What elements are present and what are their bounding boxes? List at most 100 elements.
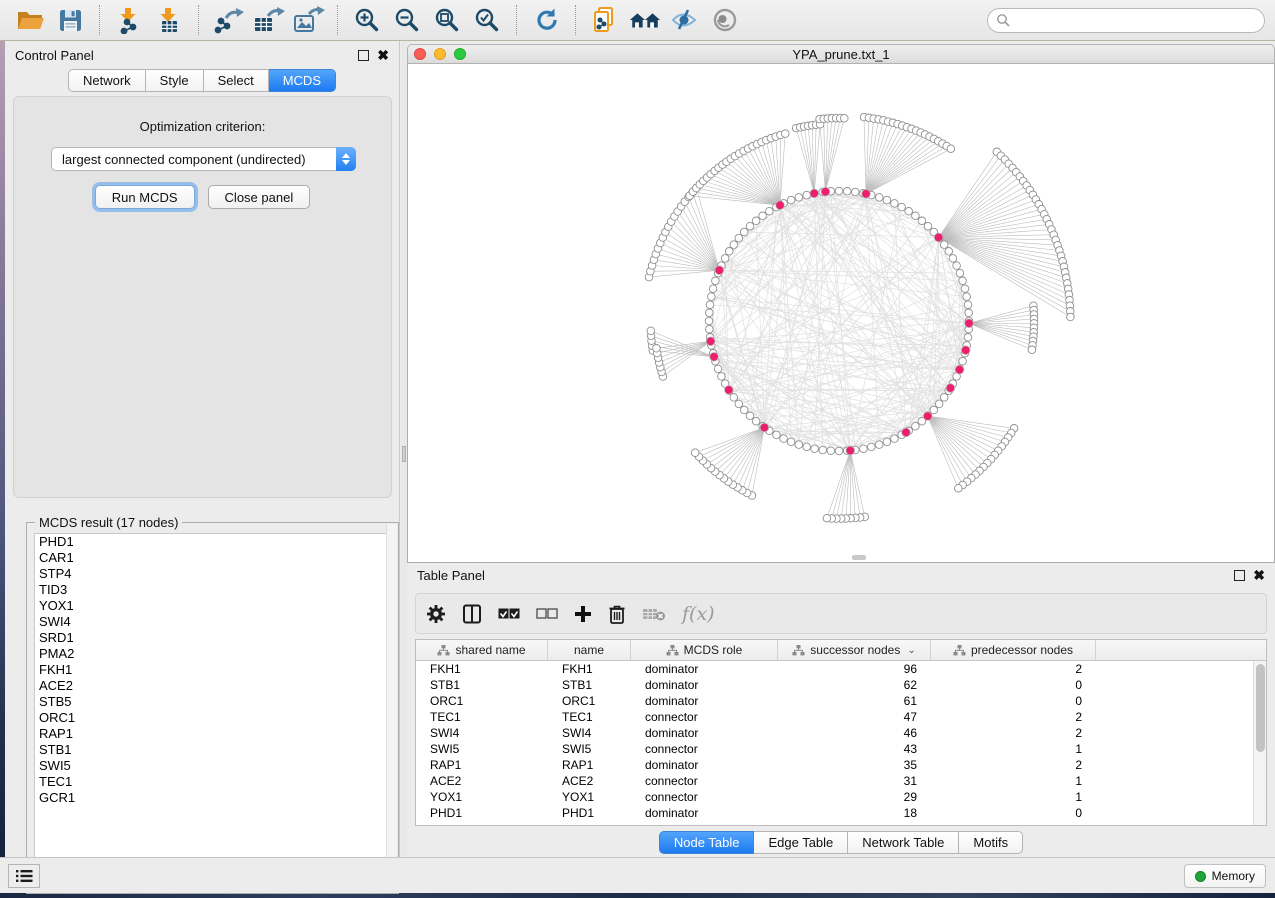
tab-motifs[interactable]: Motifs: [959, 831, 1023, 854]
open-file-button[interactable]: [13, 4, 47, 36]
run-mcds-button[interactable]: Run MCDS: [95, 185, 195, 209]
select-all-rows-button[interactable]: [498, 608, 520, 620]
divider-handle[interactable]: [402, 446, 406, 462]
add-column-button[interactable]: [574, 605, 592, 623]
cell-predecessor_nodes[interactable]: 0: [931, 805, 1096, 821]
zoom-selected-button[interactable]: [470, 4, 504, 36]
cell-shared_name[interactable]: FKH1: [416, 661, 548, 677]
float-table-panel-icon[interactable]: [1234, 570, 1245, 581]
cell-predecessor_nodes[interactable]: 2: [931, 725, 1096, 741]
cell-mcds_role[interactable]: connector: [631, 773, 778, 789]
export-table-button[interactable]: [251, 4, 285, 36]
cell-shared_name[interactable]: PHD1: [416, 805, 548, 821]
table-row[interactable]: ACE2ACE2connector311: [416, 773, 1266, 789]
cell-predecessor_nodes[interactable]: 2: [931, 757, 1096, 773]
cell-mcds_role[interactable]: dominator: [631, 805, 778, 821]
mcds-result-item[interactable]: ORC1: [35, 710, 391, 726]
tab-network-table[interactable]: Network Table: [848, 831, 959, 854]
mcds-result-item[interactable]: ACE2: [35, 678, 391, 694]
mcds-result-item[interactable]: YOX1: [35, 598, 391, 614]
memory-button[interactable]: Memory: [1184, 864, 1266, 888]
search-input[interactable]: [1010, 13, 1256, 27]
mcds-result-item[interactable]: GCR1: [35, 790, 391, 806]
tab-select[interactable]: Select: [204, 69, 269, 92]
cell-shared_name[interactable]: SWI5: [416, 741, 548, 757]
table-scrollbar-thumb[interactable]: [1256, 664, 1265, 752]
cell-mcds_role[interactable]: dominator: [631, 693, 778, 709]
table-row[interactable]: SWI4SWI4dominator462: [416, 725, 1266, 741]
cell-shared_name[interactable]: RAP1: [416, 757, 548, 773]
mcds-result-item[interactable]: STB1: [35, 742, 391, 758]
zoom-out-button[interactable]: [390, 4, 424, 36]
cell-predecessor_nodes[interactable]: 1: [931, 741, 1096, 757]
float-panel-icon[interactable]: [358, 50, 369, 61]
mcds-result-item[interactable]: TEC1: [35, 774, 391, 790]
cell-predecessor_nodes[interactable]: 0: [931, 693, 1096, 709]
cell-shared_name[interactable]: STB1: [416, 677, 548, 693]
cell-name[interactable]: FKH1: [548, 661, 631, 677]
column-header-shared-name[interactable]: shared name: [416, 640, 548, 660]
optimization-criterion-dropdown[interactable]: largest connected component (undirected): [51, 147, 356, 171]
cell-successor_nodes[interactable]: 96: [778, 661, 931, 677]
cell-successor_nodes[interactable]: 61: [778, 693, 931, 709]
canvas-hscroll-thumb[interactable]: [852, 555, 866, 560]
network-canvas[interactable]: [407, 64, 1275, 563]
column-header-predecessor-nodes[interactable]: predecessor nodes: [931, 640, 1096, 660]
mcds-result-item[interactable]: TID3: [35, 582, 391, 598]
table-row[interactable]: STB1STB1dominator620: [416, 677, 1266, 693]
show-columns-button[interactable]: [462, 604, 482, 624]
mcds-result-list[interactable]: PHD1CAR1STP4TID3YOX1SWI4SRD1PMA2FKH1ACE2…: [34, 533, 392, 887]
cell-successor_nodes[interactable]: 47: [778, 709, 931, 725]
column-header-MCDS-role[interactable]: MCDS role: [631, 640, 778, 660]
mcds-result-item[interactable]: STB5: [35, 694, 391, 710]
mcds-result-item[interactable]: PMA2: [35, 646, 391, 662]
mcds-result-item[interactable]: SRD1: [35, 630, 391, 646]
search-field[interactable]: [987, 8, 1265, 33]
refresh-button[interactable]: [529, 4, 563, 36]
network-window-titlebar[interactable]: YPA_prune.txt_1: [407, 44, 1275, 64]
zoom-in-button[interactable]: [350, 4, 384, 36]
table-row[interactable]: YOX1YOX1connector291: [416, 789, 1266, 805]
cell-predecessor_nodes[interactable]: 1: [931, 773, 1096, 789]
cell-mcds_role[interactable]: connector: [631, 789, 778, 805]
cell-name[interactable]: TEC1: [548, 709, 631, 725]
cell-predecessor_nodes[interactable]: 0: [931, 677, 1096, 693]
cell-successor_nodes[interactable]: 18: [778, 805, 931, 821]
cell-name[interactable]: SWI5: [548, 741, 631, 757]
mcds-result-item[interactable]: RAP1: [35, 726, 391, 742]
tab-network[interactable]: Network: [68, 69, 146, 92]
tab-mcds[interactable]: MCDS: [269, 69, 336, 92]
mcds-result-item[interactable]: SWI4: [35, 614, 391, 630]
first-neighbors-button[interactable]: [628, 4, 662, 36]
table-row[interactable]: PHD1PHD1dominator180: [416, 805, 1266, 821]
table-settings-button[interactable]: [426, 604, 446, 624]
cell-shared_name[interactable]: TEC1: [416, 709, 548, 725]
tab-edge-table[interactable]: Edge Table: [754, 831, 848, 854]
import-table-button[interactable]: [152, 4, 186, 36]
cell-predecessor_nodes[interactable]: 1: [931, 789, 1096, 805]
cell-successor_nodes[interactable]: 31: [778, 773, 931, 789]
table-row[interactable]: TEC1TEC1connector472: [416, 709, 1266, 725]
export-image-button[interactable]: [291, 4, 325, 36]
column-header-name[interactable]: name: [548, 640, 631, 660]
cell-successor_nodes[interactable]: 46: [778, 725, 931, 741]
table-row[interactable]: FKH1FKH1dominator962: [416, 661, 1266, 677]
cell-shared_name[interactable]: ORC1: [416, 693, 548, 709]
hide-selected-button[interactable]: [668, 4, 702, 36]
close-panel-icon[interactable]: ✖: [377, 50, 389, 61]
zoom-fit-button[interactable]: [430, 4, 464, 36]
cell-name[interactable]: ORC1: [548, 693, 631, 709]
cell-successor_nodes[interactable]: 29: [778, 789, 931, 805]
show-panel-list-button[interactable]: [8, 864, 40, 888]
network-graph[interactable]: [408, 64, 1274, 561]
cell-shared_name[interactable]: YOX1: [416, 789, 548, 805]
cell-successor_nodes[interactable]: 43: [778, 741, 931, 757]
import-network-button[interactable]: [112, 4, 146, 36]
save-session-button[interactable]: [53, 4, 87, 36]
cell-name[interactable]: PHD1: [548, 805, 631, 821]
cell-predecessor_nodes[interactable]: 2: [931, 661, 1096, 677]
tab-node-table[interactable]: Node Table: [659, 831, 755, 854]
deselect-all-rows-button[interactable]: [536, 608, 558, 620]
cell-shared_name[interactable]: ACE2: [416, 773, 548, 789]
cell-name[interactable]: STB1: [548, 677, 631, 693]
